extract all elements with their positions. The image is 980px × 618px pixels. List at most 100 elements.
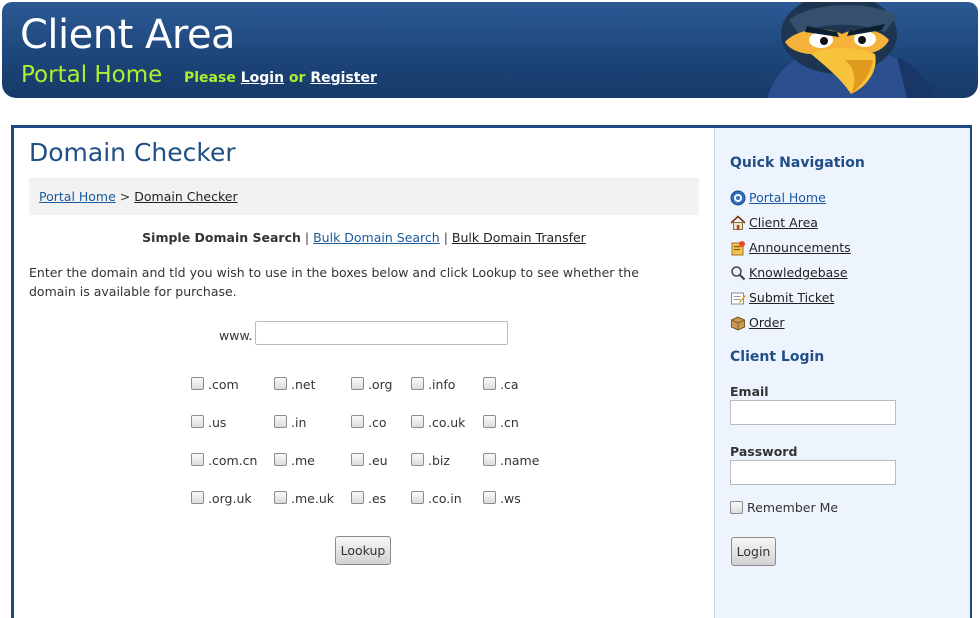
tld-option[interactable]: .info bbox=[411, 376, 455, 392]
tld-option[interactable]: .me.uk bbox=[274, 490, 334, 506]
tld-option[interactable]: .co bbox=[351, 414, 387, 430]
www-prefix-label: www. bbox=[219, 328, 253, 343]
tld-label: .cn bbox=[500, 415, 519, 430]
tld-checkbox[interactable] bbox=[411, 415, 424, 428]
sidebar-item-portal-home[interactable]: Portal Home bbox=[730, 189, 826, 207]
tld-checkbox[interactable] bbox=[274, 377, 287, 390]
sidebar-item-label[interactable]: Portal Home bbox=[749, 190, 826, 205]
remember-me-label: Remember Me bbox=[747, 500, 839, 515]
tld-checkbox[interactable] bbox=[351, 491, 364, 504]
search-mode-separator: | bbox=[443, 230, 448, 245]
tld-checkbox[interactable] bbox=[411, 377, 424, 390]
email-field[interactable] bbox=[730, 400, 896, 425]
lookup-button[interactable]: Lookup bbox=[335, 536, 391, 565]
tld-checkbox[interactable] bbox=[191, 491, 204, 504]
tld-option[interactable]: .org.uk bbox=[191, 490, 252, 506]
tld-label: .name bbox=[500, 453, 540, 468]
tld-option[interactable]: .biz bbox=[411, 452, 450, 468]
tld-label: .co bbox=[368, 415, 387, 430]
tld-label: .org bbox=[368, 377, 393, 392]
main-frame: Domain Checker Portal Home > Domain Chec… bbox=[11, 125, 972, 618]
tld-checkbox[interactable] bbox=[274, 453, 287, 466]
tld-option[interactable]: .us bbox=[191, 414, 226, 430]
tld-label: .me.uk bbox=[291, 491, 334, 506]
sidebar-item-label[interactable]: Announcements bbox=[749, 240, 851, 255]
tld-checkbox[interactable] bbox=[483, 415, 496, 428]
domain-input[interactable] bbox=[255, 321, 508, 345]
tld-option[interactable]: .com.cn bbox=[191, 452, 257, 468]
tld-option[interactable]: .name bbox=[483, 452, 539, 468]
tld-label: .org.uk bbox=[208, 491, 252, 506]
tld-option[interactable]: .eu bbox=[351, 452, 388, 468]
tld-option[interactable]: .ca bbox=[483, 376, 519, 392]
tld-option[interactable]: .es bbox=[351, 490, 386, 506]
tld-checkbox[interactable] bbox=[274, 415, 287, 428]
register-link[interactable]: Register bbox=[310, 70, 377, 86]
tld-option[interactable]: .me bbox=[274, 452, 315, 468]
page-title: Domain Checker bbox=[29, 138, 236, 167]
breadcrumb-separator: > bbox=[119, 189, 131, 204]
tld-label: .biz bbox=[428, 453, 450, 468]
tld-option[interactable]: .ws bbox=[483, 490, 521, 506]
tld-checkbox[interactable] bbox=[191, 415, 204, 428]
sidebar-item-label[interactable]: Client Area bbox=[749, 215, 818, 230]
package-icon bbox=[731, 315, 745, 331]
tld-checkbox[interactable] bbox=[483, 491, 496, 504]
simple-search-label: Simple Domain Search bbox=[142, 230, 301, 245]
tld-checkbox[interactable] bbox=[483, 377, 496, 390]
tld-checkbox[interactable] bbox=[351, 377, 364, 390]
mascot-logo bbox=[767, 2, 935, 98]
tld-option[interactable]: .in bbox=[274, 414, 306, 430]
sidebar-item-order[interactable]: Order bbox=[730, 314, 785, 332]
tld-label: .es bbox=[368, 491, 387, 506]
header-auth-links: Please Login or Register bbox=[184, 70, 377, 86]
breadcrumb-home-link[interactable]: Portal Home bbox=[39, 189, 116, 204]
tld-option[interactable]: .co.uk bbox=[411, 414, 465, 430]
sidebar-item-knowledgebase[interactable]: Knowledgebase bbox=[730, 264, 848, 282]
tld-option[interactable]: .org bbox=[351, 376, 392, 392]
tld-label: .info bbox=[428, 377, 456, 392]
tld-checkbox[interactable] bbox=[351, 453, 364, 466]
quick-navigation-heading: Quick Navigation bbox=[730, 155, 865, 171]
sidebar-item-announcements[interactable]: Announcements bbox=[730, 239, 851, 257]
breadcrumb-current-link[interactable]: Domain Checker bbox=[134, 189, 237, 204]
tld-checkbox[interactable] bbox=[191, 453, 204, 466]
tld-checkbox[interactable] bbox=[411, 453, 424, 466]
sidebar-item-client-area[interactable]: Client Area bbox=[730, 214, 818, 232]
tld-checkbox[interactable] bbox=[274, 491, 287, 504]
tld-option[interactable]: .co.in bbox=[411, 490, 462, 506]
tld-option[interactable]: .net bbox=[274, 376, 316, 392]
header-subtitle: Portal Home bbox=[21, 62, 163, 88]
remember-me-option[interactable]: Remember Me bbox=[730, 500, 838, 515]
sidebar-item-label[interactable]: Order bbox=[749, 315, 785, 330]
breadcrumb: Portal Home > Domain Checker bbox=[29, 178, 699, 215]
ticket-icon bbox=[731, 292, 746, 304]
tld-label: .com.cn bbox=[208, 453, 258, 468]
globe-help-icon bbox=[730, 190, 746, 205]
tld-label: .com bbox=[208, 377, 239, 392]
instructions-text: Enter the domain and tld you wish to use… bbox=[29, 265, 639, 299]
login-button[interactable]: Login bbox=[731, 537, 776, 566]
tld-option[interactable]: .com bbox=[191, 376, 239, 392]
tld-checkbox[interactable] bbox=[411, 491, 424, 504]
sidebar-item-label[interactable]: Submit Ticket bbox=[749, 290, 834, 305]
remember-me-checkbox[interactable] bbox=[730, 501, 743, 514]
bulk-search-link[interactable]: Bulk Domain Search bbox=[313, 230, 440, 245]
tld-checkbox[interactable] bbox=[483, 453, 496, 466]
tld-label: .eu bbox=[368, 453, 388, 468]
tld-label: .ws bbox=[500, 491, 521, 506]
tld-checkbox[interactable] bbox=[351, 415, 364, 428]
tld-option[interactable]: .cn bbox=[483, 414, 519, 430]
auth-prefix: Please bbox=[184, 70, 236, 86]
sidebar-item-label[interactable]: Knowledgebase bbox=[749, 265, 848, 280]
search-mode-separator: | bbox=[304, 230, 310, 245]
auth-or: or bbox=[288, 70, 306, 86]
sidebar-item-submit-ticket[interactable]: Submit Ticket bbox=[730, 289, 834, 307]
magnifier-icon bbox=[731, 265, 746, 280]
email-label: Email bbox=[730, 384, 769, 399]
tld-checkbox[interactable] bbox=[191, 377, 204, 390]
bulk-transfer-link[interactable]: Bulk Domain Transfer bbox=[452, 230, 586, 245]
password-field[interactable] bbox=[730, 460, 896, 485]
login-link[interactable]: Login bbox=[241, 70, 284, 86]
search-mode-links: Simple Domain Search | Bulk Domain Searc… bbox=[14, 230, 714, 245]
